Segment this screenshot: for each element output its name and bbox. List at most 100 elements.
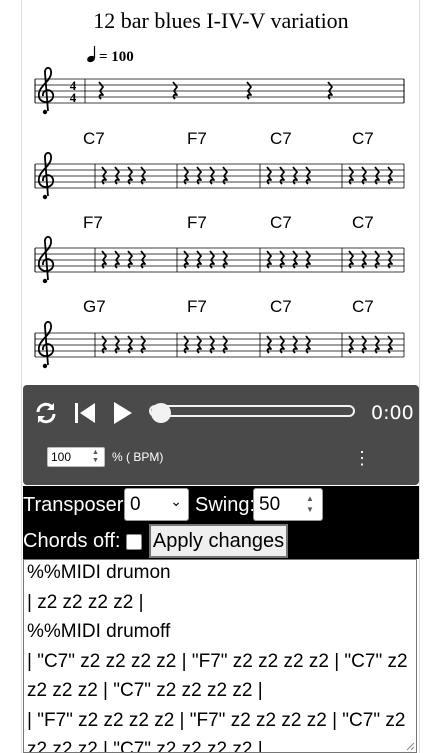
quarter-rest xyxy=(101,335,107,354)
quarter-rest xyxy=(374,335,380,354)
quarter-rest xyxy=(196,250,202,269)
score-title: 12 bar blues I-IV-V variation xyxy=(93,8,348,33)
quarter-rest xyxy=(209,335,215,354)
apply-changes-button[interactable]: Apply changes xyxy=(149,524,288,558)
quarter-rest xyxy=(305,166,311,185)
quarter-rest xyxy=(196,335,202,354)
sheet-music: 12 bar blues I-IV-V variation = 100 4 4 C7… xyxy=(22,0,419,384)
chord-symbol: F7 xyxy=(83,213,103,232)
quarter-rest xyxy=(292,250,298,269)
quarter-rest xyxy=(266,250,272,269)
more-vertical-icon[interactable]: ⋮ xyxy=(353,445,371,471)
loop-icon[interactable] xyxy=(33,400,59,426)
staff-system: G7 F7 C7 C7 xyxy=(34,297,405,369)
quarter-rest xyxy=(209,250,215,269)
chevron-down-icon: ⌄ xyxy=(170,493,182,509)
quarter-rest xyxy=(140,335,146,354)
chords-off-label: Chords off: xyxy=(23,530,121,552)
bpm-spinner-icon[interactable]: ▲ ▼ xyxy=(89,449,102,465)
chord-symbol: G7 xyxy=(83,297,106,316)
quarter-rest xyxy=(279,250,285,269)
swing-label: Swing: xyxy=(195,494,256,516)
chord-symbol: C7 xyxy=(270,213,292,232)
quarter-rest xyxy=(266,335,272,354)
quarter-rest xyxy=(246,81,252,100)
quarter-rest xyxy=(305,250,311,269)
chords-off-checkbox[interactable] xyxy=(126,534,142,550)
quarter-rest xyxy=(183,250,189,269)
quarter-rest xyxy=(222,335,228,354)
quarter-rest xyxy=(209,166,215,185)
editor-line: | z2 z2 z2 z2 | xyxy=(27,591,144,613)
editor-line: | "C7" z2 z2 z2 z2 | "F7" z2 z2 z2 z2 | … xyxy=(27,650,408,672)
transposer-label: Transposer xyxy=(23,494,124,516)
editor-line: %%MIDI drumon xyxy=(27,562,171,583)
midi-player: 0:00 100 ▲ ▼ % ( BPM) ⋮ xyxy=(23,385,419,485)
swing-spinner-icon[interactable]: ▲ ▼ xyxy=(303,493,317,516)
tempo-text: = 100 xyxy=(99,49,134,65)
quarter-rest xyxy=(374,166,380,185)
quarter-rest xyxy=(98,81,104,100)
play-icon[interactable] xyxy=(110,400,136,426)
quarter-rest xyxy=(279,335,285,354)
restart-icon[interactable] xyxy=(72,400,98,426)
staff-system: F7 F7 C7 C7 xyxy=(34,213,405,284)
editor-line: z2 z2 z2 | "C7" z2 z2 z2 z2 | xyxy=(27,680,263,701)
chord-symbol: C7 xyxy=(352,213,374,232)
app-frame: 12 bar blues I-IV-V variation = 100 4 4 C7… xyxy=(21,0,420,753)
transposer-select[interactable]: 0 ⌄ xyxy=(124,488,189,521)
quarter-rest xyxy=(114,335,120,354)
score-svg: 12 bar blues I-IV-V variation = 100 44 C7… xyxy=(34,8,405,369)
editor-line: z2 z2 z2 | "C7" z2 z2 z2 z2 | xyxy=(27,739,263,753)
tempo-marking: = 100 xyxy=(87,46,134,65)
quarter-rest xyxy=(222,166,228,185)
chord-symbol: F7 xyxy=(187,213,207,232)
progress-knob[interactable] xyxy=(151,403,171,423)
quarter-rest xyxy=(127,335,133,354)
controls-panel: Transposer 0 ⌄ Swing: 50 ▲ ▼ Chords off: … xyxy=(23,486,419,559)
quarter-rest xyxy=(266,166,272,185)
quarter-rest xyxy=(127,166,133,185)
chord-symbol: F7 xyxy=(187,129,207,148)
quarter-rest xyxy=(387,250,393,269)
quarter-rest xyxy=(127,250,133,269)
time-display: 0:00 xyxy=(371,402,414,424)
staff-system: 44 xyxy=(34,66,405,115)
quarter-rest xyxy=(327,81,333,100)
editor-line: | "F7" z2 z2 z2 z2 | "F7" z2 z2 z2 z2 | … xyxy=(27,709,406,731)
chord-symbol: C7 xyxy=(270,297,292,316)
bpm-value: 100 xyxy=(51,450,72,464)
quarter-rest xyxy=(348,335,354,354)
bpm-input[interactable]: 100 ▲ ▼ xyxy=(47,447,105,467)
editor-line: %%MIDI drumoff xyxy=(27,621,171,642)
chord-symbol: C7 xyxy=(352,129,374,148)
chord-symbol: C7 xyxy=(83,129,105,148)
quarter-rest xyxy=(305,335,311,354)
abc-editor[interactable]: %%MIDI drumon | z2 z2 z2 z2 | %%MIDI drumo… xyxy=(23,559,417,753)
quarter-rest xyxy=(374,250,380,269)
progress-bar[interactable] xyxy=(149,405,355,417)
quarter-rest xyxy=(114,166,120,185)
quarter-rest xyxy=(183,335,189,354)
quarter-rest xyxy=(196,166,202,185)
chord-symbol: F7 xyxy=(187,297,207,316)
time-signature: 44 xyxy=(70,78,77,105)
quarter-rest xyxy=(348,166,354,185)
swing-value: 50 xyxy=(259,494,281,515)
transport-bar: 0:00 xyxy=(23,385,419,441)
quarter-rest xyxy=(114,250,120,269)
quarter-rest xyxy=(361,166,367,185)
quarter-rest xyxy=(172,81,178,100)
quarter-rest xyxy=(361,250,367,269)
quarter-rest xyxy=(222,250,228,269)
time-sig-bottom: 4 xyxy=(70,90,77,105)
chord-symbol: C7 xyxy=(352,297,374,316)
swing-input[interactable]: 50 ▲ ▼ xyxy=(253,488,323,521)
quarter-rest xyxy=(361,335,367,354)
quarter-rest xyxy=(101,166,107,185)
quarter-rest xyxy=(140,166,146,185)
quarter-rest xyxy=(292,166,298,185)
quarter-rest xyxy=(292,335,298,354)
resize-handle-icon[interactable] xyxy=(405,741,415,751)
bpm-row: 100 ▲ ▼ % ( BPM) ⋮ xyxy=(23,445,419,475)
